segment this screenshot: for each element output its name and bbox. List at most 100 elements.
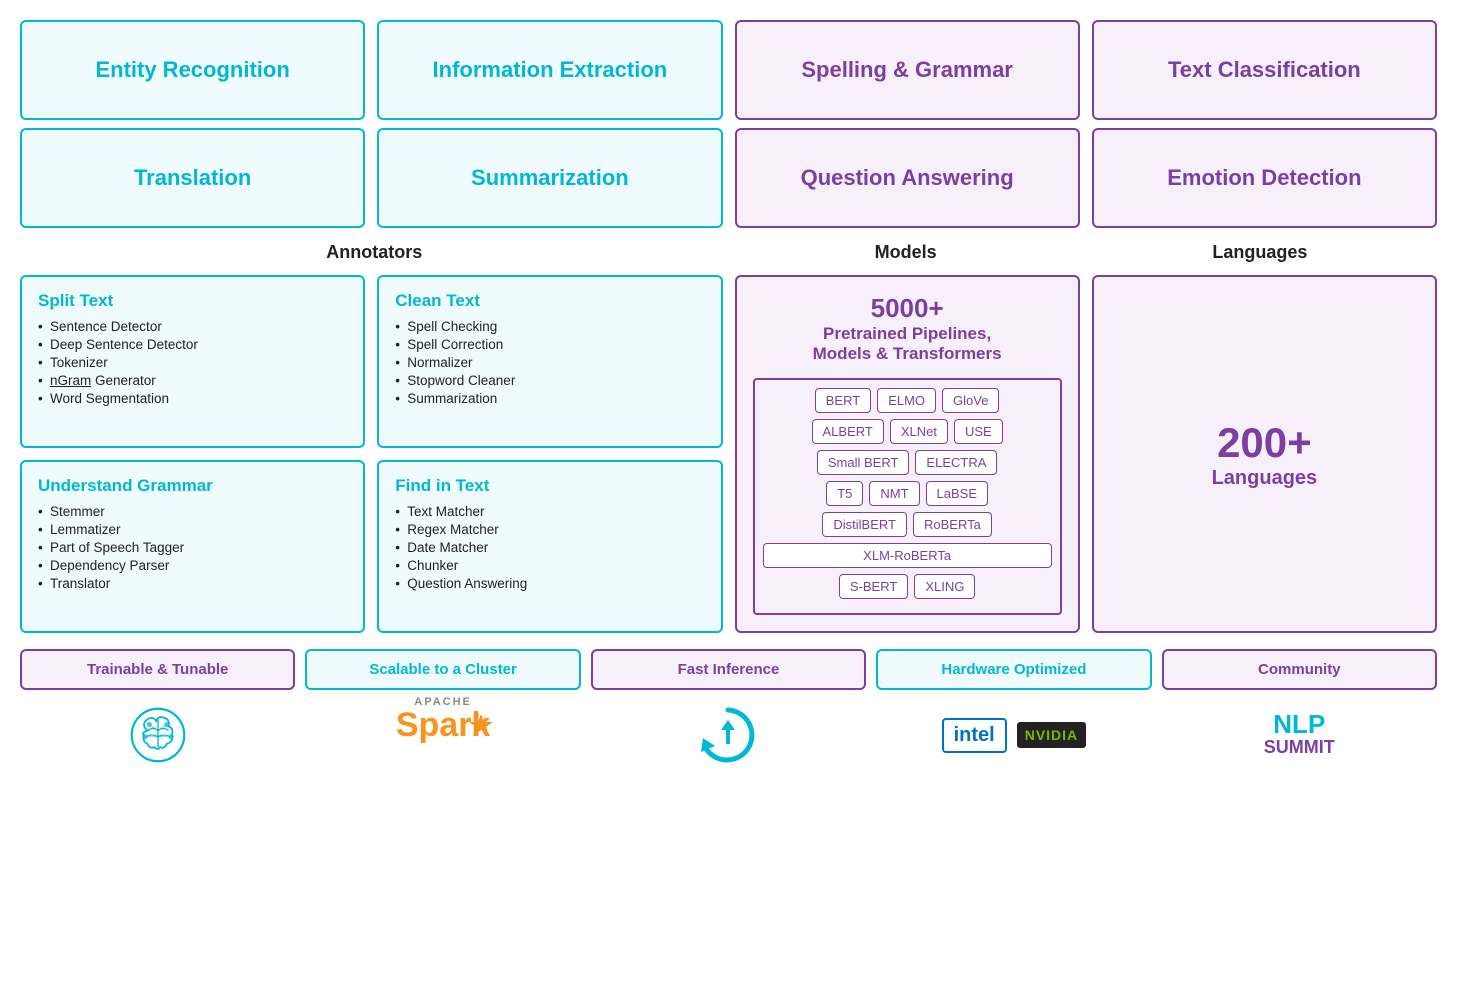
nlpsummit-logo: NLP SUMMIT [1264,711,1335,759]
hardware-logos-container: intel NVIDIA [942,700,1087,770]
model-chip-sbert[interactable]: S-BERT [839,574,908,599]
model-chip-electra[interactable]: ELECTRA [915,450,997,475]
model-chip-xling[interactable]: XLING [914,574,975,599]
split-text-title: Split Text [38,291,347,311]
find-in-text-list: Text Matcher Regex Matcher Date Matcher … [395,504,704,591]
spark-star-icon [467,712,495,740]
clean-text-title: Clean Text [395,291,704,311]
model-chip-labse[interactable]: LaBSE [926,481,988,506]
section-headers: Annotators Models Languages [20,242,1437,263]
models-row: ALBERT XLNet USE [763,419,1052,444]
list-item: Date Matcher [395,540,704,555]
community-badge[interactable]: Community [1162,649,1437,690]
list-item: Tokenizer [38,355,347,370]
model-chip-smallbert[interactable]: Small BERT [817,450,910,475]
models-count: 5000+ [871,293,944,324]
bottom-features: Trainable & Tunable [20,649,1437,770]
scalable-badge[interactable]: Scalable to a Cluster [305,649,580,690]
task-grid-row1: Entity Recognition Information Extractio… [20,20,1437,120]
models-row: Small BERT ELECTRA [763,450,1052,475]
understand-grammar-list: Stemmer Lemmatizer Part of Speech Tagger… [38,504,347,591]
model-chip-xlmroberta[interactable]: XLM-RoBERTa [763,543,1052,568]
models-header: Models [729,242,1083,263]
feature-community: Community NLP SUMMIT [1162,649,1437,770]
models-row: T5 NMT LaBSE [763,481,1052,506]
understand-grammar-box: Understand Grammar Stemmer Lemmatizer Pa… [20,460,365,633]
models-row: BERT ELMO GloVe [763,388,1052,413]
task-emotion-detection[interactable]: Emotion Detection [1092,128,1437,228]
annotators-header: Annotators [20,242,729,263]
nlpsummit-logo-container: NLP SUMMIT [1264,700,1335,770]
task-information-extraction[interactable]: Information Extraction [377,20,722,120]
list-item: nGram Generator [38,373,347,388]
list-item: Normalizer [395,355,704,370]
list-item: Lemmatizer [38,522,347,537]
main-container: Entity Recognition Information Extractio… [20,20,1437,770]
languages-number: 200+ [1217,419,1312,467]
list-item: Part of Speech Tagger [38,540,347,555]
split-text-box: Split Text Sentence Detector Deep Senten… [20,275,365,448]
list-item: Question Answering [395,576,704,591]
annotators-section: Split Text Sentence Detector Deep Senten… [20,275,723,633]
model-chip-nmt[interactable]: NMT [869,481,919,506]
list-item: Regex Matcher [395,522,704,537]
languages-header: Languages [1083,242,1437,263]
model-chip-elmo[interactable]: ELMO [877,388,936,413]
hardware-badge[interactable]: Hardware Optimized [876,649,1151,690]
clean-text-box: Clean Text Spell Checking Spell Correcti… [377,275,722,448]
model-chip-glove[interactable]: GloVe [942,388,999,413]
model-chip-albert[interactable]: ALBERT [812,419,884,444]
models-chips-grid: BERT ELMO GloVe ALBERT XLNet USE Small B… [753,378,1062,615]
model-chip-t5[interactable]: T5 [826,481,863,506]
feature-trainable: Trainable & Tunable [20,649,295,770]
list-item: Deep Sentence Detector [38,337,347,352]
list-item: Chunker [395,558,704,573]
brain-icon-svg [123,700,193,770]
split-text-list: Sentence Detector Deep Sentence Detector… [38,319,347,406]
list-item: Translator [38,576,347,591]
task-summarization[interactable]: Summarization [377,128,722,228]
list-item: Stemmer [38,504,347,519]
circular-arrow-icon [693,700,763,770]
middle-grid: Split Text Sentence Detector Deep Senten… [20,275,1437,633]
list-item: Sentence Detector [38,319,347,334]
list-item: Text Matcher [395,504,704,519]
model-chip-xlnet[interactable]: XLNet [890,419,948,444]
feature-scalable: Scalable to a Cluster APACHE Spark [305,649,580,770]
task-spelling-grammar[interactable]: Spelling & Grammar [735,20,1080,120]
intel-logo: intel [942,718,1007,753]
clean-text-list: Spell Checking Spell Correction Normaliz… [395,319,704,406]
spark-logo-container: APACHE Spark [396,700,491,770]
models-row: S-BERT XLING [763,574,1052,599]
fast-inference-badge[interactable]: Fast Inference [591,649,866,690]
model-chip-distilbert[interactable]: DistilBERT [822,512,907,537]
brain-logo [123,700,193,770]
models-subtitle: Pretrained Pipelines, Models & Transform… [813,324,1002,364]
task-question-answering[interactable]: Question Answering [735,128,1080,228]
trainable-badge[interactable]: Trainable & Tunable [20,649,295,690]
languages-section: 200+ Languages [1092,275,1437,633]
list-item: Stopword Cleaner [395,373,704,388]
spark-logo-area: APACHE Spark [396,696,491,775]
understand-grammar-title: Understand Grammar [38,476,347,496]
task-entity-recognition[interactable]: Entity Recognition [20,20,365,120]
languages-label: Languages [1212,467,1318,490]
model-chip-bert[interactable]: BERT [815,388,871,413]
nvidia-logo: NVIDIA [1017,722,1086,748]
task-grid-row2: Translation Summarization Question Answe… [20,128,1437,228]
list-item: Dependency Parser [38,558,347,573]
arrow-logo-container [693,700,763,770]
list-item: Spell Correction [395,337,704,352]
models-section: 5000+ Pretrained Pipelines, Models & Tra… [735,275,1080,633]
feature-hardware: Hardware Optimized intel NVIDIA [876,649,1151,770]
model-chip-roberta[interactable]: RoBERTa [913,512,992,537]
find-in-text-box: Find in Text Text Matcher Regex Matcher … [377,460,722,633]
task-text-classification[interactable]: Text Classification [1092,20,1437,120]
model-chip-use[interactable]: USE [954,419,1003,444]
models-row: DistilBERT RoBERTa [763,512,1052,537]
models-row: XLM-RoBERTa [763,543,1052,568]
task-translation[interactable]: Translation [20,128,365,228]
find-in-text-title: Find in Text [395,476,704,496]
list-item: Summarization [395,391,704,406]
list-item: Word Segmentation [38,391,347,406]
